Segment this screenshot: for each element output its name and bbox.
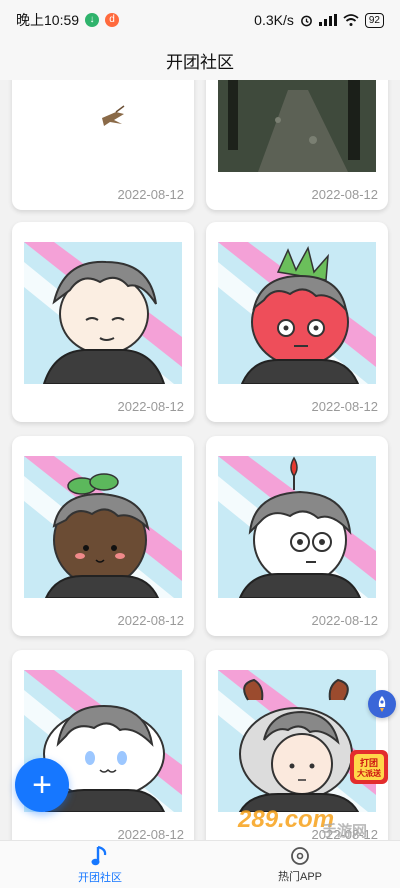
- post-date: 2022-08-12: [311, 187, 379, 202]
- post-image: [24, 242, 182, 384]
- tab-hot-apps[interactable]: 热门APP: [200, 841, 400, 888]
- tab-community-label: 开团社区: [78, 871, 122, 884]
- battery-indicator: 92: [364, 12, 384, 28]
- wifi-icon: [343, 14, 359, 26]
- music-note-icon: [91, 845, 107, 865]
- promo-float-badge[interactable]: 打团 大派送: [348, 748, 390, 786]
- post-image: [24, 456, 182, 598]
- post-date: 2022-08-12: [311, 613, 379, 628]
- post-date: 2022-08-12: [117, 827, 185, 840]
- bottom-tab-bar: 开团社区 热门APP: [0, 840, 400, 888]
- app-notification-icon: d: [105, 13, 120, 27]
- post-image: [218, 456, 376, 598]
- status-right: 0.3K/s 92: [254, 12, 384, 28]
- title-bar: 开团社区: [0, 40, 400, 80]
- rocket-float-button[interactable]: [368, 690, 396, 718]
- watermark-sub-text: 手游网: [322, 823, 368, 840]
- download-icon: ↓: [85, 13, 100, 27]
- post-date: 2022-08-12: [117, 613, 185, 628]
- disc-icon: [291, 846, 309, 865]
- page-title: 开团社区: [166, 52, 234, 72]
- post-date: 2022-08-12: [117, 399, 185, 414]
- promo-line-2: 大派送: [357, 769, 381, 778]
- post-date: 2022-08-12: [311, 399, 379, 414]
- post-image: [218, 670, 376, 812]
- post-card[interactable]: 2022-08-12: [206, 222, 388, 422]
- site-watermark: 289.com 手游网: [230, 806, 390, 840]
- rocket-icon: [378, 696, 386, 712]
- post-card[interactable]: 2022-08-12: [206, 80, 388, 210]
- network-speed: 0.3K/s: [254, 12, 294, 28]
- post-card[interactable]: 2022-08-12: [206, 436, 388, 636]
- post-image: [218, 242, 376, 384]
- post-card[interactable]: 2022-08-12: [12, 436, 194, 636]
- status-time: 晚上10:59: [16, 12, 80, 28]
- post-image: [24, 80, 182, 172]
- status-bar: 晚上10:59 ↓ d 0.3K/s 92: [0, 0, 400, 40]
- post-image: [218, 80, 376, 172]
- tab-hot-apps-label: 热门APP: [277, 870, 322, 883]
- post-card[interactable]: 2022-08-12: [12, 222, 194, 422]
- post-feed[interactable]: 2022-08-12 2022-08-12 2022-08-12 2022-08…: [0, 80, 400, 840]
- status-left: 晚上10:59 ↓ d: [16, 10, 120, 30]
- watermark-logo-text: 289.com: [238, 806, 335, 833]
- tab-community[interactable]: 开团社区: [0, 841, 200, 888]
- signal-icon: [318, 14, 337, 26]
- post-date: 2022-08-12: [117, 187, 185, 202]
- add-post-button[interactable]: +: [15, 758, 69, 812]
- alarm-icon: [300, 15, 312, 26]
- post-card[interactable]: 2022-08-12: [12, 80, 194, 210]
- plus-icon: +: [32, 766, 52, 804]
